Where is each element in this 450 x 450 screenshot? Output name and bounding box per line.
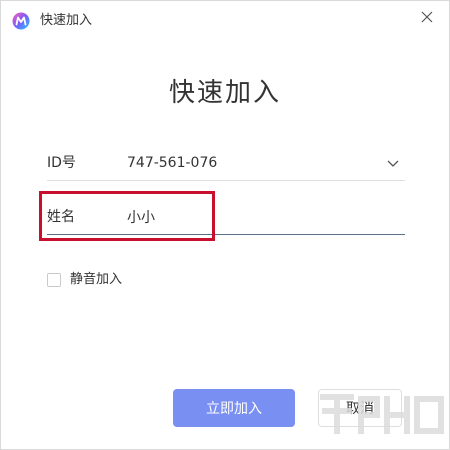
join-now-button[interactable]: 立即加入 bbox=[173, 389, 295, 427]
meeting-id-label: ID号 bbox=[47, 155, 76, 171]
highlight-annotation-box bbox=[39, 191, 215, 241]
cancel-button[interactable]: 取消 bbox=[318, 389, 402, 427]
window-title: 快速加入 bbox=[40, 13, 93, 28]
close-icon bbox=[421, 11, 433, 23]
mute-join-label: 静音加入 bbox=[70, 272, 123, 287]
close-button[interactable] bbox=[413, 5, 441, 29]
app-logo-icon bbox=[12, 12, 30, 30]
meeting-id-input[interactable] bbox=[127, 145, 367, 181]
title-bar: 快速加入 bbox=[1, 1, 449, 41]
meeting-id-field: ID号 bbox=[47, 145, 405, 181]
mute-join-checkbox[interactable] bbox=[47, 273, 61, 287]
quick-join-dialog: 快速加入 快速加入 ID号 姓名 静音加入 立即加入 取消 bbox=[0, 0, 450, 450]
chevron-down-icon[interactable] bbox=[385, 155, 401, 171]
mute-join-option[interactable]: 静音加入 bbox=[47, 271, 122, 289]
page-title: 快速加入 bbox=[168, 78, 281, 108]
